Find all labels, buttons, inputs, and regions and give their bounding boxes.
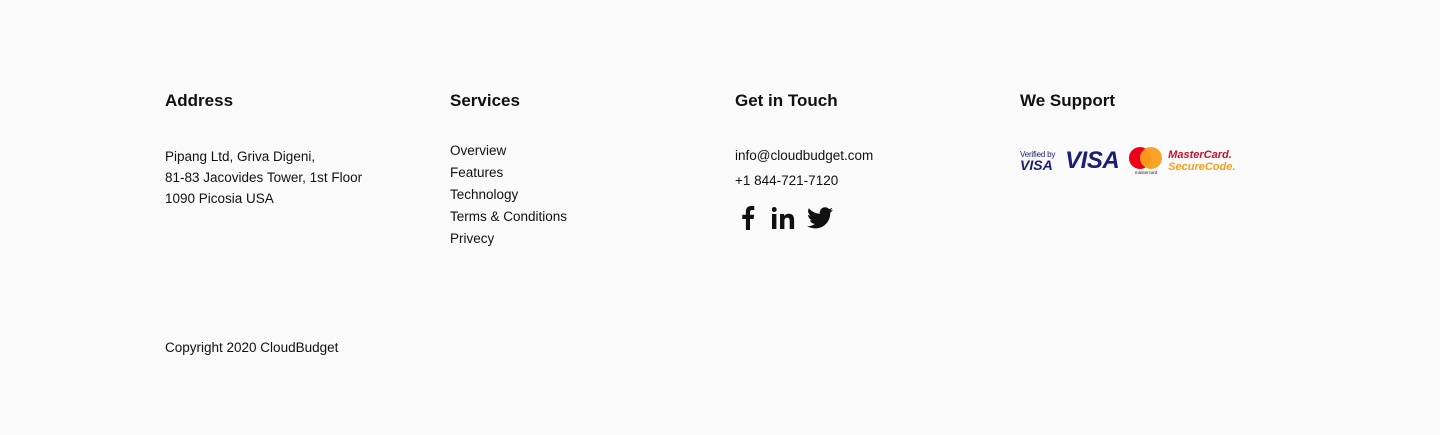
contact-column: Get in Touch info@cloudbudget.com +1 844…: [735, 90, 873, 231]
address-text: Pipang Ltd, Griva Digeni, 81-83 Jacovide…: [165, 146, 362, 209]
services-heading: Services: [450, 91, 520, 110]
services-link-terms[interactable]: Terms & Conditions: [450, 206, 567, 228]
support-heading: We Support: [1020, 91, 1116, 110]
contact-heading: Get in Touch: [735, 91, 838, 110]
copyright-text: Copyright 2020 CloudBudget: [165, 340, 339, 355]
address-line: 81-83 Jacovides Tower, 1st Floor: [165, 170, 363, 185]
social-links: [735, 205, 873, 231]
site-footer: Address Pipang Ltd, Griva Digeni, 81-83 …: [0, 0, 1440, 435]
mastercard-text: MasterCard. SecureCode.: [1168, 149, 1235, 173]
services-link-overview[interactable]: Overview: [450, 140, 567, 162]
services-link-features[interactable]: Features: [450, 162, 567, 184]
phone-link[interactable]: +1 844-721-7120: [735, 168, 873, 193]
address-heading: Address: [165, 91, 234, 110]
address-line: 1090 Picosia USA: [165, 191, 274, 206]
payment-logos: Verified by VISA VISA mastercard MasterC…: [1020, 147, 1235, 175]
mastercard-securecode-logo: mastercard MasterCard. SecureCode.: [1129, 147, 1235, 175]
twitter-icon[interactable]: [807, 205, 833, 231]
mastercard-circles-icon: mastercard: [1129, 147, 1163, 175]
verified-by-visa-text: VISA: [1020, 156, 1053, 173]
services-link-privacy[interactable]: Privecy: [450, 228, 567, 250]
services-column: Services Overview Features Technology Te…: [450, 90, 567, 264]
contact-details: info@cloudbudget.com +1 844-721-7120: [735, 143, 873, 193]
services-list: Overview Features Technology Terms & Con…: [450, 140, 567, 250]
mastercard-line1: MasterCard.: [1168, 149, 1232, 161]
linkedin-icon[interactable]: [771, 205, 797, 231]
verified-by-visa-logo: Verified by VISA: [1020, 150, 1055, 173]
mastercard-line2: SecureCode.: [1168, 161, 1236, 173]
visa-logo: VISA: [1065, 147, 1120, 174]
mastercard-mini-text: mastercard: [1134, 170, 1158, 175]
support-column: We Support Verified by VISA VISA masterc…: [1020, 90, 1235, 175]
services-link-technology[interactable]: Technology: [450, 184, 567, 206]
email-link[interactable]: info@cloudbudget.com: [735, 143, 873, 168]
address-column: Address Pipang Ltd, Griva Digeni, 81-83 …: [165, 90, 362, 209]
facebook-icon[interactable]: [735, 205, 761, 231]
address-line: Pipang Ltd, Griva Digeni,: [165, 149, 316, 164]
